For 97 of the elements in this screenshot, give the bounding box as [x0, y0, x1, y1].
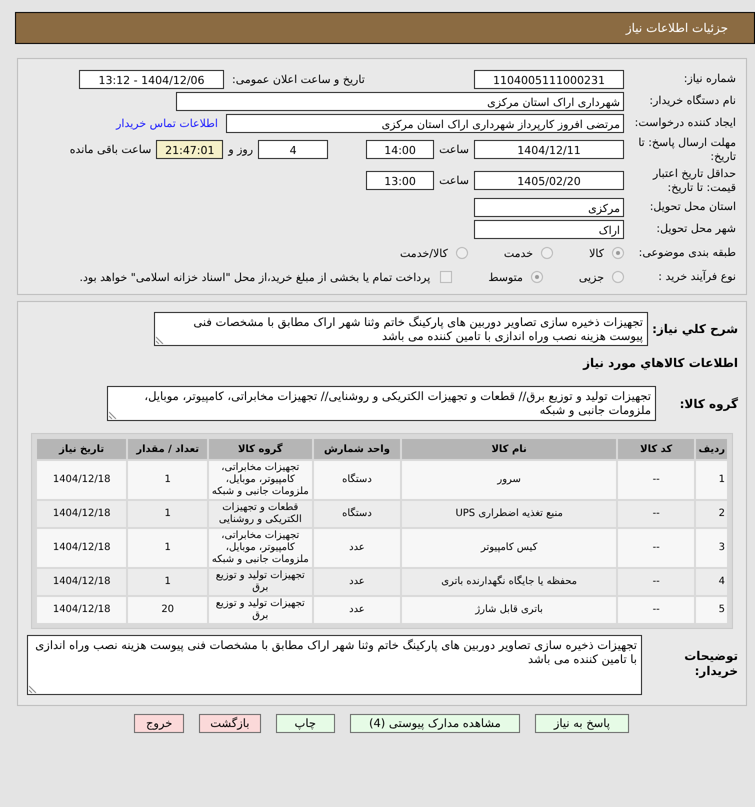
radio-button[interactable]	[612, 247, 624, 259]
column-header: واحد شمارش	[314, 439, 400, 459]
field-label: گروه کالا:	[678, 396, 739, 410]
action-button[interactable]: خروج	[134, 714, 184, 733]
table-cell: تجهیزات مخابراتی، کامپیوتر، موبایل، ملزومات جانبی و شبکه	[209, 461, 312, 499]
action-button[interactable]: پاسخ به نیاز	[534, 714, 629, 733]
city-field: اراک	[474, 220, 624, 238]
table-cell: 1	[128, 461, 208, 499]
remaining-time-field: 21:47:01	[156, 140, 224, 159]
table-cell: 1404/12/18	[37, 461, 126, 499]
table-cell: 20	[128, 597, 208, 623]
buyer-field: شهرداری اراک استان مرکزی	[176, 92, 624, 110]
table-cell: دستگاه	[314, 501, 400, 527]
table-cell: --	[618, 461, 694, 499]
table-cell: 1	[696, 461, 727, 499]
time-label: ساعت	[439, 174, 469, 187]
column-header: نام کالا	[402, 439, 616, 459]
action-button[interactable]: بازگشت	[199, 714, 260, 733]
field-label: حداقل تاریخ اعتبار قیمت: تا تاریخ:	[652, 166, 737, 194]
page-title: جزئیات اطلاعات نیاز	[626, 21, 728, 35]
field-label: تاریخ و ساعت اعلان عمومی:	[231, 72, 366, 86]
time-field: 13:00	[366, 171, 434, 190]
radio-label: خدمت	[504, 246, 534, 260]
table-cell: --	[618, 597, 694, 623]
table-cell: --	[618, 501, 694, 527]
table-cell: محفظه یا جایگاه نگهدارنده باتری	[402, 569, 616, 595]
field-label: ایجاد کننده درخواست:	[634, 116, 737, 130]
field-label: استان محل تحویل:	[648, 200, 737, 214]
field-label: توضیحات خریدار:	[683, 648, 739, 679]
column-header: تعداد / مقدار	[128, 439, 208, 459]
table-cell: منبع تغذیه اضطراری UPS	[402, 501, 616, 527]
radio-button[interactable]	[530, 271, 543, 283]
table-cell: 1404/12/18	[37, 597, 126, 623]
column-header: تاریخ نیاز	[37, 439, 126, 459]
radio-button[interactable]	[612, 271, 624, 283]
table-cell: 5	[696, 597, 727, 623]
field-label: طبقه بندی موضوعی:	[638, 246, 737, 260]
time-label: ساعت	[439, 143, 469, 156]
field-label: شهر محل تحویل:	[655, 222, 737, 236]
radio-button[interactable]	[541, 247, 554, 259]
resize-grip-icon[interactable]	[156, 336, 164, 344]
table-cell: سرور	[402, 461, 616, 499]
table-cell: تجهیزات مخابراتی، کامپیوتر، موبایل، ملزومات جانبی و شبکه	[209, 529, 312, 567]
radio-button[interactable]	[456, 247, 468, 259]
section-title: اطلاعات کالاهاي مورد نياز	[582, 356, 739, 370]
resize-grip-icon[interactable]	[109, 411, 117, 419]
days-field: 4	[258, 140, 328, 159]
table-cell: 1	[128, 569, 208, 595]
table-cell: 1404/12/18	[37, 569, 126, 595]
resize-grip-icon[interactable]	[29, 685, 37, 693]
table-cell: دستگاه	[314, 461, 400, 499]
table-cell: تجهیزات تولید و توزیع برق	[209, 597, 312, 623]
table-cell: قطعات و تجهیزات الکتریکی و روشنایی	[209, 501, 312, 527]
field-label: مهلت ارسال پاسخ: تا تاریخ:	[637, 136, 737, 164]
days-label: روز و	[228, 143, 254, 156]
table-cell: تجهیزات تولید و توزیع برق	[209, 569, 312, 595]
table-cell: 1	[128, 501, 208, 527]
contact-link[interactable]: اطلاعات تماس خریدار	[116, 116, 218, 130]
table-cell: --	[618, 569, 694, 595]
province-field: مرکزی	[474, 198, 624, 216]
table-cell: 2	[696, 501, 727, 527]
field-label: شماره نیاز:	[682, 72, 737, 86]
field-label: نام دستگاه خریدار:	[648, 94, 737, 108]
table-cell: --	[618, 529, 694, 567]
table-cell: عدد	[314, 597, 400, 623]
checkbox[interactable]	[440, 271, 452, 283]
field-label: شرح کلي نياز:	[651, 322, 739, 336]
description-field: تجهیزات ذخیره سازی تصاویر دوربین های پارکینگ خاتم وثنا شهر اراک مطابق با مشخصات فنی پیوست هزینه نصب وراه اندازی با تامین کننده می باشد	[154, 312, 648, 346]
table-cell: 1	[128, 529, 208, 567]
table-cell: باتری قابل شارژ	[402, 597, 616, 623]
table-cell: 1404/12/18	[37, 529, 126, 567]
table-cell: 1404/12/18	[37, 501, 126, 527]
radio-label: کالا/خدمت	[400, 246, 448, 260]
table-cell: 3	[696, 529, 727, 567]
column-header: ردیف	[696, 439, 727, 459]
column-header: کد کالا	[618, 439, 694, 459]
remaining-label: ساعت باقی مانده	[70, 143, 152, 156]
column-header: گروه کالا	[209, 439, 312, 459]
action-button[interactable]: مشاهده مدارک پیوستی (4)	[350, 714, 520, 733]
date-field: 1404/12/11	[474, 140, 624, 159]
radio-label: متوسط	[488, 270, 523, 284]
field-label: نوع فرآیند خرید :	[657, 270, 737, 284]
action-button[interactable]: چاپ	[276, 714, 335, 733]
need-number-field: 1104005111000231	[474, 70, 624, 88]
radio-label: کالا	[589, 246, 604, 260]
table-cell: 4	[696, 569, 727, 595]
time-field: 14:00	[366, 140, 434, 159]
goods-group-field: تجهیزات تولید و توزیع برق// قطعات و تجهیزات الکتریکی و روشنایی// تجهیزات مخابراتی، کامپیوتر، موبایل، ملزومات جانبی و شبکه	[107, 386, 656, 421]
table-cell: عدد	[314, 569, 400, 595]
radio-label: جزیی	[578, 270, 604, 284]
buyer-notes-field: تجهیزات ذخیره سازی تصاویر دوربین های پارکینگ خاتم وثنا شهر اراک مطابق با مشخصات فنی پیوست هزینه نصب وراه اندازی با تامین کننده می باشد	[27, 635, 642, 695]
announce-date-field: 1404/12/06 - 13:12	[79, 70, 224, 88]
table-cell: عدد	[314, 529, 400, 567]
payment-note: پرداخت تمام یا بخشی از مبلغ خرید،از محل "اسناد خزانه اسلامی" خواهد بود.	[80, 270, 430, 284]
table-cell: کیس کامپیوتر	[402, 529, 616, 567]
requester-field: مرتضی افروز کارپرداز شهرداری اراک استان مرکزی	[226, 114, 624, 132]
date-field: 1405/02/20	[474, 171, 624, 190]
